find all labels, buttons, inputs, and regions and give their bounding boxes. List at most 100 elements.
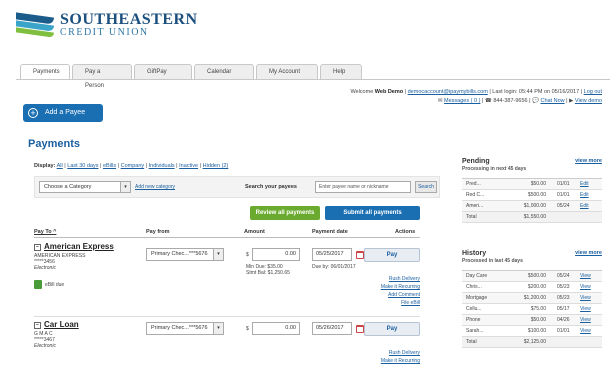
col-pay-to[interactable]: Pay To ^ (34, 229, 56, 235)
search-button[interactable]: Search (415, 181, 437, 193)
make-recurring-link[interactable]: Make it Recurring (381, 358, 420, 364)
tab-giftpay[interactable]: GiftPay (134, 64, 192, 79)
pending-panel: Pending Processing in next 45 days view … (462, 158, 602, 223)
tab-calendar[interactable]: Calendar (194, 64, 254, 79)
pay-button[interactable]: Pay (364, 322, 420, 336)
view-link[interactable]: View (580, 326, 591, 336)
chevron-down-icon: ▾ (213, 323, 223, 334)
view-link[interactable]: View (580, 315, 591, 325)
payee-name[interactable]: − Car Loan (34, 320, 79, 329)
rush-delivery-link[interactable]: Rush Delivery (389, 350, 420, 356)
tab-pay-a-person[interactable]: Pay a Person (72, 64, 132, 89)
col-payment-date: Payment date (312, 229, 348, 235)
phone-number: 844-387-9656 (493, 98, 528, 104)
view-link[interactable]: View (580, 304, 591, 314)
chevron-down-icon: ▾ (120, 182, 130, 192)
logout-link[interactable]: Log out (584, 89, 602, 95)
email-link[interactable]: democaccount@ipaymybills.com (408, 89, 488, 95)
calendar-icon[interactable] (356, 325, 364, 333)
filter-individuals[interactable]: Individuals (149, 163, 175, 169)
filter-inactive[interactable]: Inactive (179, 163, 198, 169)
ebill-label[interactable]: eBill due (45, 282, 64, 288)
filter-bar: Choose a Category ▾ Add new category Sea… (34, 176, 440, 198)
edit-link[interactable]: Edit (580, 201, 589, 211)
pending-row: Pred... $50.00 01/01 Edit (462, 179, 602, 190)
edit-link[interactable]: Edit (580, 190, 589, 200)
history-subtitle: Processed in last 45 days (462, 258, 523, 264)
submit-all-button[interactable]: Submit all payments (325, 206, 420, 220)
category-select[interactable]: Choose a Category ▾ (39, 181, 131, 193)
add-payee-label: Add a Payee (45, 109, 86, 116)
search-label: Search your payees (245, 184, 297, 190)
make-recurring-link[interactable]: Make it Recurring (381, 284, 420, 290)
payee-row: − American Express AMERICAN EXPRESS *****… (34, 242, 420, 318)
filter-all[interactable]: All (57, 163, 63, 169)
history-row: Sarah... $100.00 01/01 View (462, 326, 602, 337)
pending-row: Red C... $500.00 01/01 Edit (462, 190, 602, 201)
due-by: Due by: 06/01/2017 (312, 264, 356, 270)
file-ebill-link[interactable]: File eBill (401, 300, 420, 306)
history-total-row: Total $2,125.00 (462, 337, 602, 348)
mail-icon: ✉ (437, 98, 443, 104)
tab-help[interactable]: Help (320, 64, 362, 79)
payee-name[interactable]: − American Express (34, 242, 114, 251)
add-payee-button[interactable]: + Add a Payee (23, 104, 103, 122)
category-value: Choose a Category (44, 184, 92, 190)
filter-hidden[interactable]: Hidden (2) (203, 163, 229, 169)
header-divider (34, 237, 420, 238)
pending-table: Pred... $50.00 01/01 Edit Red C... $500.00 01… (462, 178, 602, 223)
payee-row: − Car Loan G M A C *****3467 Electronic P… (34, 320, 420, 367)
messages-link[interactable]: Messages ( 0 ) (444, 98, 480, 104)
pending-row: Ameri... $1,000.00 05/24 Edit (462, 201, 602, 212)
amount-input[interactable]: 0.00 (252, 322, 300, 335)
payment-date-input[interactable]: 05/26/2017 (312, 322, 352, 335)
plus-icon: + (28, 108, 38, 118)
filter-last-30-days[interactable]: Last 30 days (67, 163, 98, 169)
amount-input[interactable]: 0.00 (252, 248, 300, 261)
pending-subtitle: Processing in next 45 days (462, 166, 527, 172)
rush-delivery-link[interactable]: Rush Delivery (389, 276, 420, 282)
tab-my-account[interactable]: My Account (256, 64, 318, 79)
history-row: Cellu... $75.00 05/17 View (462, 304, 602, 315)
collapse-icon[interactable]: − (34, 244, 41, 251)
filter-company[interactable]: Company (121, 163, 145, 169)
pay-from-select[interactable]: Primary Chec...***5676 ▾ (146, 322, 224, 335)
pay-from-select[interactable]: Primary Chec...***5676 ▾ (146, 248, 224, 261)
chevron-down-icon: ▾ (213, 249, 223, 260)
row-divider (34, 316, 420, 317)
history-view-more-link[interactable]: view more (575, 250, 602, 256)
view-link[interactable]: View (580, 271, 591, 281)
review-all-button[interactable]: Review all payments (250, 206, 320, 220)
history-panel: History Processed in last 45 days view m… (462, 250, 602, 348)
col-actions: Actions (395, 229, 416, 235)
history-row: Chris... $200.00 05/23 View (462, 282, 602, 293)
calendar-icon[interactable] (356, 251, 364, 259)
history-table: Day Care $500.00 05/24 View Chris... $200.00… (462, 270, 602, 348)
payment-date-input[interactable]: 05/25/2017 (312, 248, 352, 261)
tab-payments[interactable]: Payments (20, 64, 70, 80)
view-link[interactable]: View (580, 293, 591, 303)
welcome-user: Web Demo (374, 89, 404, 95)
display-label: Display: (34, 163, 56, 169)
pay-from-value: Primary Chec...***5676 (151, 251, 208, 257)
ebill-icon (34, 280, 42, 289)
add-category-link[interactable]: Add new category (135, 184, 175, 190)
view-link[interactable]: View (580, 282, 591, 292)
demo-icon: ▶ (569, 98, 574, 104)
payee-line3: Electronic (34, 343, 56, 349)
payee-search-input[interactable]: Enter payee name or nickname (315, 181, 411, 193)
history-row: Phone $50.00 04/26 View (462, 315, 602, 326)
page-title: Payments (28, 138, 80, 150)
view-demo-link[interactable]: View demo (575, 98, 602, 104)
add-comment-link[interactable]: Add Comment (388, 292, 420, 298)
display-filter: Display: All | Last 30 days | eBills | C… (34, 163, 229, 169)
welcome-bar: Welcome Web Demo | democaccount@ipaymybi… (350, 89, 602, 95)
brand-logo[interactable]: SOUTHEASTERN CREDIT UNION (16, 12, 198, 38)
filter-ebills[interactable]: eBills (103, 163, 116, 169)
chat-link[interactable]: Chat Now (540, 98, 564, 104)
collapse-icon[interactable]: − (34, 322, 41, 329)
edit-link[interactable]: Edit (580, 179, 589, 189)
history-row: Mortgage $1,200.00 05/23 View (462, 293, 602, 304)
pending-view-more-link[interactable]: view more (575, 158, 602, 164)
pay-button[interactable]: Pay (364, 248, 420, 262)
